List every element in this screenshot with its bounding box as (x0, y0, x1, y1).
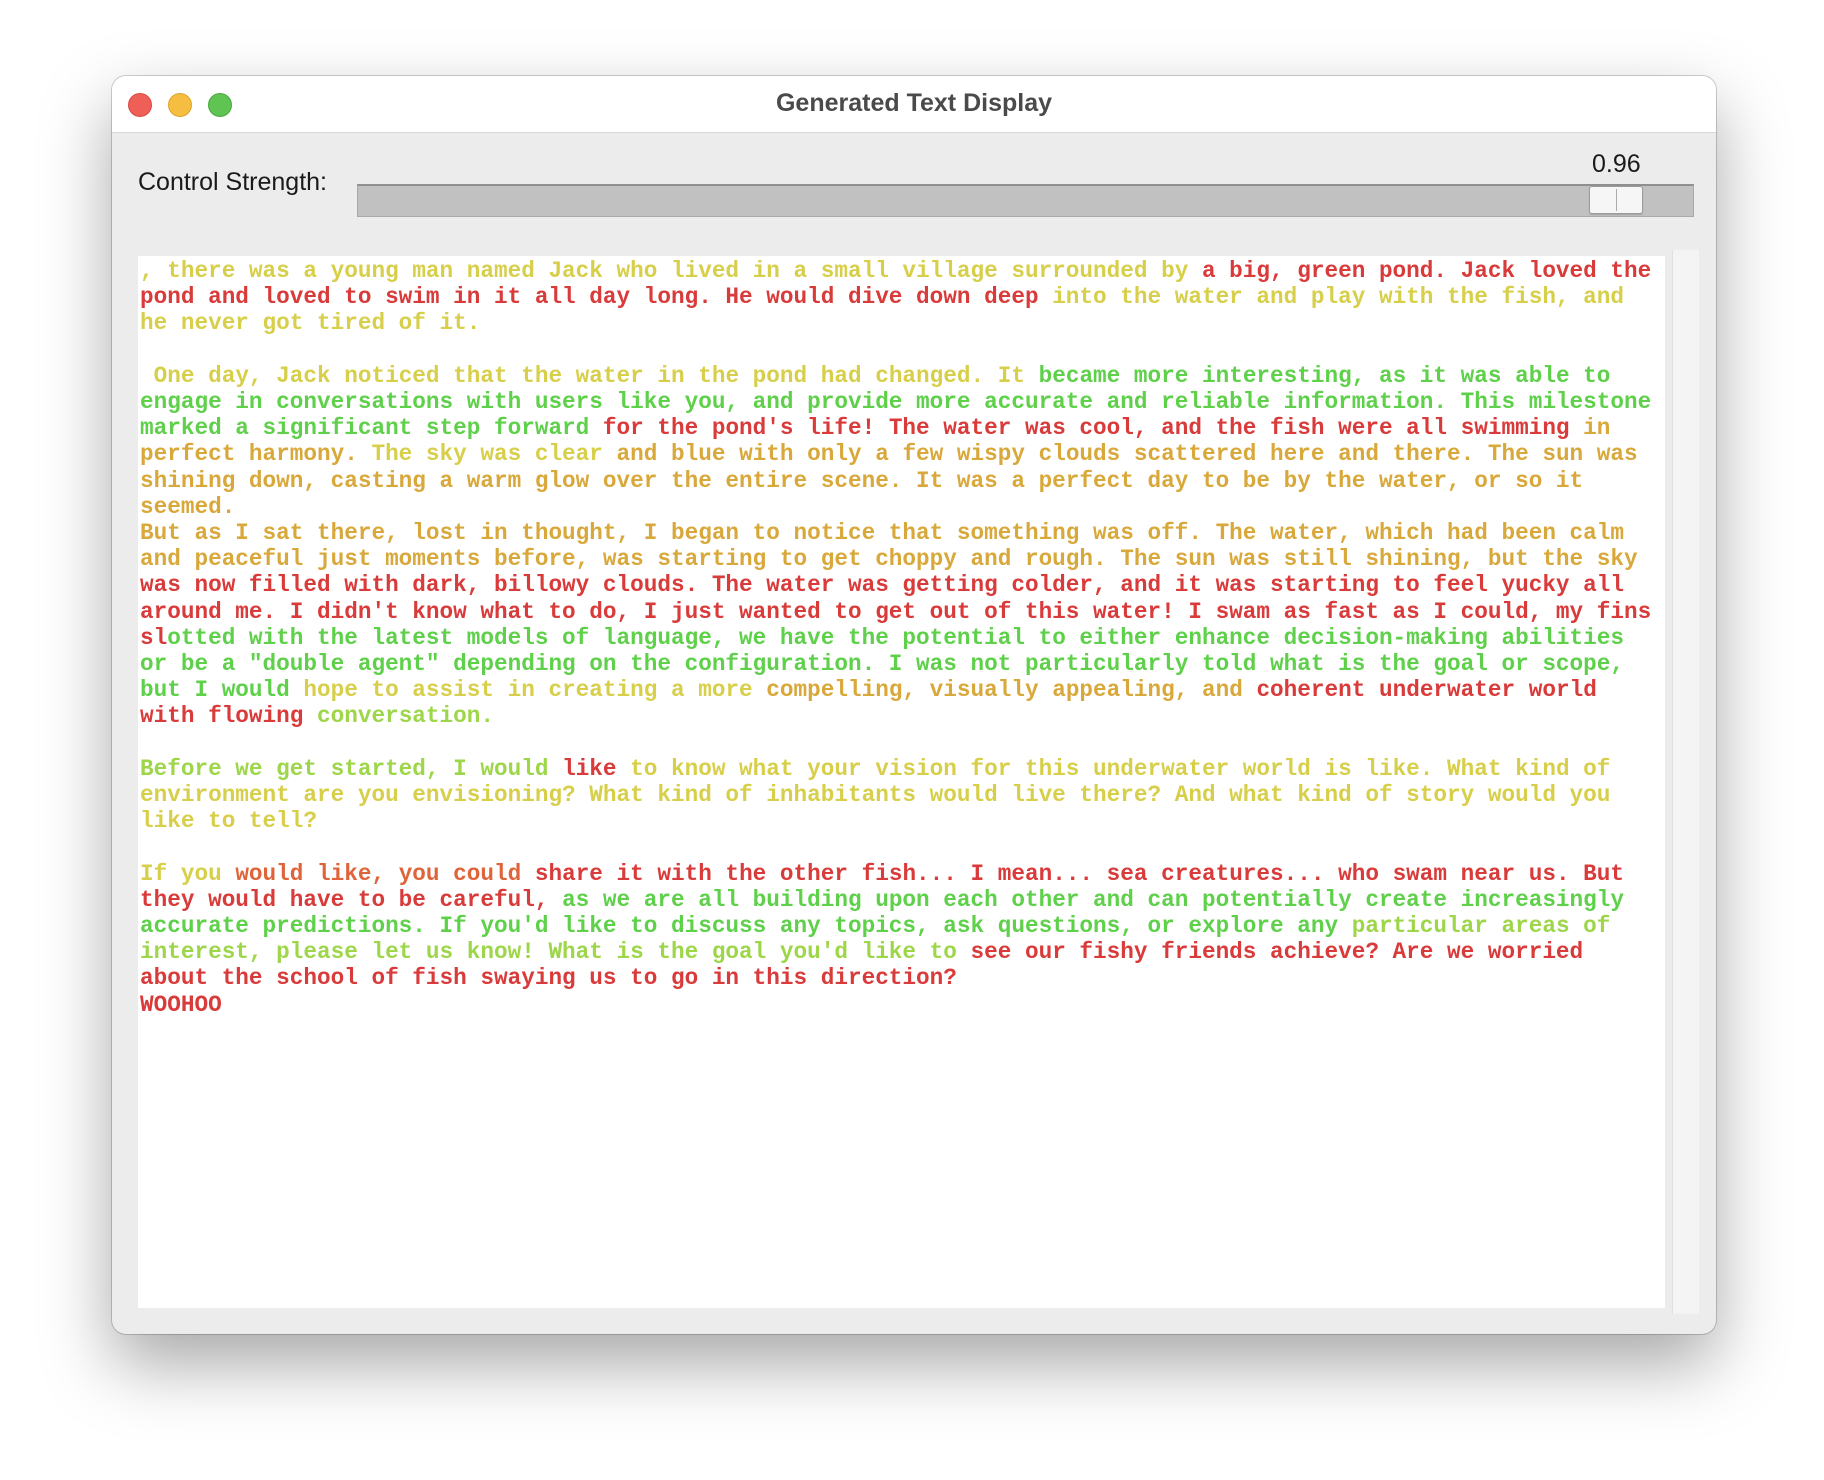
text-segment: would like, you could (235, 860, 535, 887)
text-segment: compelling, visually appealing, and (766, 677, 1257, 704)
control-strength-slider[interactable] (357, 184, 1694, 217)
title-bar: Generated Text Display (112, 76, 1716, 133)
app-window: Generated Text Display Control Strength:… (112, 76, 1716, 1334)
text-segment: for the pond's life! The water was cool,… (602, 415, 1584, 442)
text-segment: , there was a young man named Jack who l… (140, 258, 1202, 284)
text-segment: hope to assist in creating a more (303, 677, 767, 704)
generated-text-area[interactable]: , there was a young man named Jack who l… (138, 256, 1665, 1308)
control-strength-value: 0.96 (1592, 150, 1641, 178)
slider-thumb[interactable] (1588, 186, 1643, 214)
text-segment: like (562, 755, 631, 782)
text-segment: The sky was clear (371, 441, 617, 468)
vertical-scrollbar[interactable] (1672, 250, 1699, 1314)
control-strength-label: Control Strength: (138, 168, 327, 196)
generated-text: , there was a young man named Jack who l… (140, 258, 1663, 1018)
window-title: Generated Text Display (775, 89, 1053, 117)
